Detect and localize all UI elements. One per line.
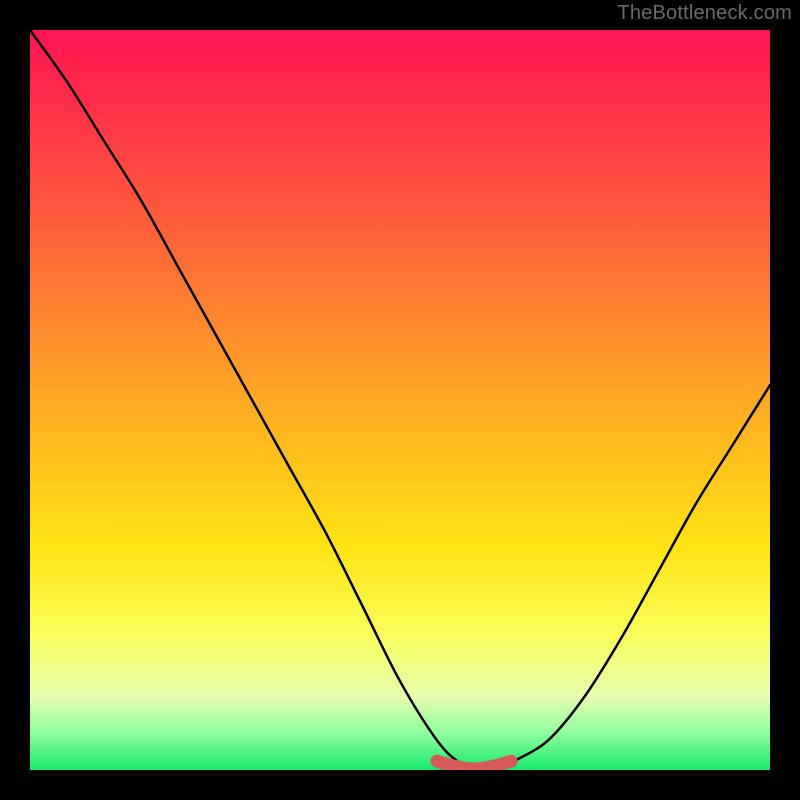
chart-frame: TheBottleneck.com [0, 0, 800, 800]
watermark-text: TheBottleneck.com [617, 2, 792, 25]
chart-svg [30, 30, 770, 770]
optimal-zone-path [437, 761, 511, 769]
plot-area [30, 30, 770, 770]
bottleneck-curve-path [30, 30, 770, 770]
